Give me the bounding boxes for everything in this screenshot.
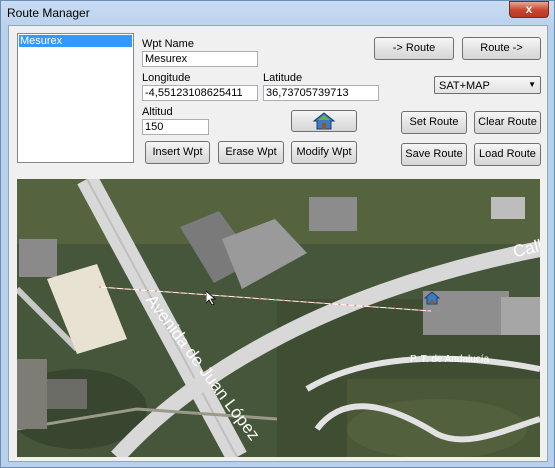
set-route-button[interactable]: Set Route <box>401 111 467 134</box>
insert-wpt-button[interactable]: Insert Wpt <box>145 141 210 164</box>
save-route-label: Save Route <box>405 148 463 160</box>
client-area: Mesurex Wpt Name Mesurex Longitude -4,55… <box>8 25 548 462</box>
longitude-label: Longitude <box>142 72 191 84</box>
to-route-label: -> Route <box>392 42 436 54</box>
list-item[interactable]: Mesurex <box>19 35 132 47</box>
map-canvas <box>17 179 540 457</box>
home-icon <box>312 112 336 130</box>
waypoint-list[interactable]: Mesurex <box>17 33 134 163</box>
modify-wpt-label: Modify Wpt <box>296 146 352 158</box>
insert-wpt-label: Insert Wpt <box>152 146 203 158</box>
park-label: P. T. de Andalucía <box>410 354 490 365</box>
to-route-button[interactable]: -> Route <box>374 37 454 60</box>
modify-wpt-button[interactable]: Modify Wpt <box>291 141 357 164</box>
wpt-name-label: Wpt Name <box>142 38 194 50</box>
erase-wpt-button[interactable]: Erase Wpt <box>218 141 284 164</box>
latitude-label: Latitude <box>263 72 303 84</box>
house-marker-icon[interactable] <box>424 291 440 305</box>
title-bar[interactable]: Route Manager x <box>1 1 554 25</box>
window-title: Route Manager <box>7 6 90 20</box>
latitude-field[interactable]: 36,73705739713 <box>263 85 379 101</box>
chevron-down-icon: ▼ <box>528 80 536 89</box>
map-type-value: SAT+MAP <box>439 80 490 92</box>
close-button[interactable]: x <box>509 1 549 18</box>
map-type-select[interactable]: SAT+MAP ▼ <box>434 76 541 94</box>
set-route-label: Set Route <box>409 116 459 128</box>
cursor-icon <box>206 291 216 305</box>
route-to-label: Route -> <box>480 42 523 54</box>
route-manager-window: Route Manager x Mesurex Wpt Name Mesurex… <box>0 0 555 468</box>
satellite-map[interactable]: Avenida de Juan López P. T. de Andalucía… <box>17 179 540 457</box>
load-route-label: Load Route <box>479 148 536 160</box>
clear-route-button[interactable]: Clear Route <box>474 111 541 134</box>
altitude-label: Altitud <box>142 106 173 118</box>
save-route-button[interactable]: Save Route <box>401 143 467 166</box>
home-button[interactable] <box>291 110 357 132</box>
load-route-button[interactable]: Load Route <box>474 143 541 166</box>
route-to-button[interactable]: Route -> <box>462 37 541 60</box>
erase-wpt-label: Erase Wpt <box>225 146 277 158</box>
close-icon: x <box>525 2 533 16</box>
altitude-field[interactable]: 150 <box>142 119 209 135</box>
wpt-name-field[interactable]: Mesurex <box>142 51 258 67</box>
clear-route-label: Clear Route <box>478 116 537 128</box>
longitude-field[interactable]: -4,55123108625411 <box>142 85 258 101</box>
